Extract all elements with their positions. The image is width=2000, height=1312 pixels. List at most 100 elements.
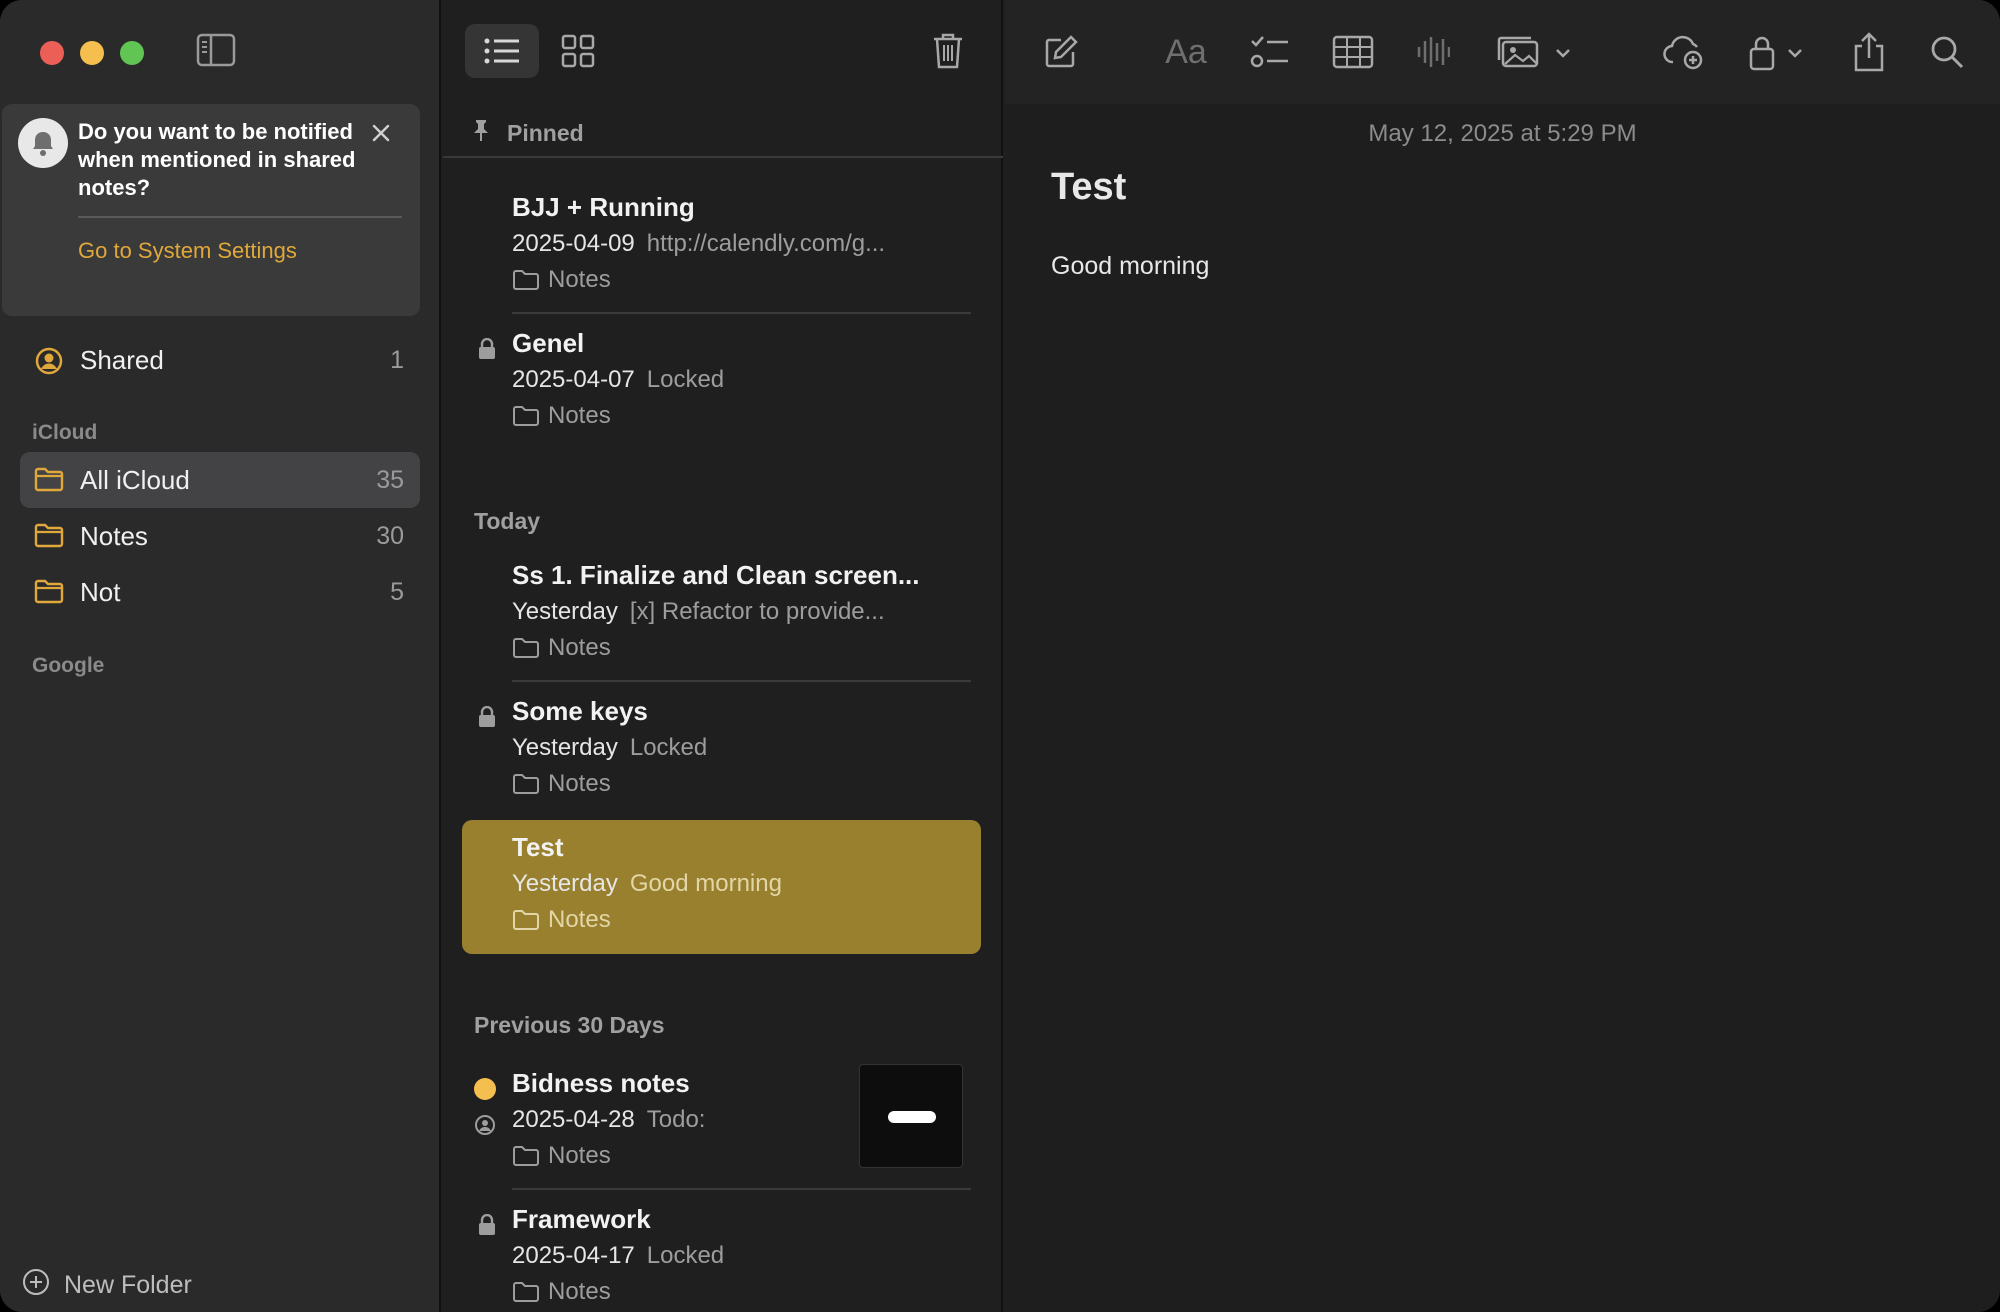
divider — [512, 680, 971, 682]
close-window-button[interactable] — [40, 41, 64, 65]
thumbnail-button-shape — [888, 1111, 936, 1123]
notification-banner: Do you want to be notified when mentione… — [2, 104, 420, 316]
sidebar-item-label: Notes — [80, 520, 148, 551]
gallery-view-button[interactable] — [541, 24, 615, 78]
group-today: Today — [474, 508, 541, 534]
checklist-icon[interactable] — [1249, 30, 1291, 74]
unread-dot — [474, 1078, 496, 1100]
lock-icon — [478, 1213, 496, 1236]
note-title: Test — [512, 832, 564, 862]
share-icon[interactable] — [1851, 30, 1887, 74]
note-folder: Notes — [512, 1278, 611, 1306]
divider — [443, 156, 1003, 158]
collaborate-icon[interactable] — [1663, 30, 1705, 74]
thumbnail-text-block — [868, 1137, 956, 1167]
note-folder-label: Notes — [548, 770, 611, 797]
note-date-line: Yesterday Good morning — [512, 870, 782, 898]
note-timestamp: May 12, 2025 at 5:29 PM — [1368, 120, 1637, 147]
folder-icon — [513, 1282, 539, 1302]
note-preview: http://calendly.com/g... — [646, 230, 886, 257]
sidebar-item-shared[interactable]: Shared 1 — [20, 332, 420, 388]
folder-icon — [513, 270, 539, 290]
sidebar-item-not[interactable]: Not 5 — [20, 564, 420, 620]
shared-person-icon — [34, 346, 64, 375]
new-folder-button[interactable]: New Folder — [22, 1268, 192, 1303]
note-item-ss-finalize[interactable]: Ss 1. Finalize and Clean screen... Yeste… — [462, 548, 981, 682]
group-pinned-label: Pinned — [507, 119, 584, 146]
sidebar-item-count: 30 — [376, 521, 404, 550]
editor-toolbar: Aa — [1005, 0, 2000, 104]
format-text-button[interactable]: Aa — [1163, 30, 1209, 74]
note-preview: Good morning — [629, 870, 782, 897]
thumbnail-text-block — [868, 1071, 956, 1105]
note-thumbnail — [859, 1064, 963, 1168]
note-title: Ss 1. Finalize and Clean screen... — [512, 560, 920, 590]
minimize-window-button[interactable] — [80, 41, 104, 65]
note-date-line: 2025-04-07 Locked — [512, 366, 724, 394]
note-folder-label: Notes — [548, 634, 611, 661]
sidebar-item-count: 5 — [390, 577, 404, 606]
lock-icon — [478, 337, 496, 360]
audio-waveform-icon[interactable] — [1415, 30, 1451, 74]
list-view-button[interactable] — [465, 24, 539, 78]
note-folder: Notes — [512, 906, 611, 934]
sidebar: Do you want to be notified when mentione… — [0, 0, 441, 1312]
note-folder: Notes — [512, 266, 611, 294]
note-heading[interactable]: Test — [1051, 166, 1126, 209]
table-icon[interactable] — [1331, 30, 1375, 74]
pin-icon — [471, 118, 491, 148]
folder-icon — [513, 910, 539, 930]
group-pinned: Pinned — [471, 118, 584, 148]
note-item-genel[interactable]: Genel 2025-04-07 Locked Notes — [462, 316, 981, 450]
note-folder: Notes — [512, 402, 611, 430]
note-editor: Aa May 12, 2025 at 5:29 PM Test Good mor… — [1005, 0, 2000, 1312]
media-button[interactable] — [1497, 30, 1577, 74]
note-item-framework[interactable]: Framework 2025-04-17 Locked Notes — [462, 1192, 981, 1312]
note-preview: Locked — [646, 1242, 725, 1269]
search-icon[interactable] — [1929, 30, 1965, 74]
note-folder: Notes — [512, 770, 611, 798]
note-date-line: Yesterday Locked — [512, 734, 707, 762]
note-folder: Notes — [512, 1142, 611, 1170]
note-folder-label: Notes — [548, 1142, 611, 1169]
note-date: 2025-04-09 — [512, 230, 635, 257]
note-date-line: 2025-04-17 Locked — [512, 1242, 724, 1270]
note-title: Bidness notes — [512, 1068, 690, 1098]
trash-icon[interactable] — [911, 24, 985, 78]
system-settings-link[interactable]: Go to System Settings — [78, 238, 297, 264]
sidebar-item-count: 1 — [390, 345, 404, 374]
note-item-some-keys[interactable]: Some keys Yesterday Locked Notes — [462, 684, 981, 818]
folder-icon — [513, 406, 539, 426]
note-date: Yesterday — [512, 598, 618, 625]
note-date: Yesterday — [512, 734, 618, 761]
note-item-bidness-notes[interactable]: Bidness notes 2025-04-28 Todo: Notes — [462, 1056, 981, 1190]
close-icon[interactable] — [366, 118, 396, 148]
sidebar-item-count: 35 — [376, 465, 404, 494]
sidebar-item-notes[interactable]: Notes 30 — [20, 508, 420, 564]
note-preview: Todo: — [646, 1106, 706, 1133]
note-preview: [x] Refactor to provide... — [629, 598, 885, 625]
note-item-bjj-running[interactable]: BJJ + Running 2025-04-09 http://calendly.… — [462, 180, 981, 314]
note-folder-label: Notes — [548, 266, 611, 293]
plus-circle-icon — [22, 1268, 50, 1303]
folder-icon — [34, 466, 64, 494]
folder-icon — [34, 578, 64, 606]
compose-icon[interactable] — [1041, 30, 1081, 74]
note-item-test[interactable]: Test Yesterday Good morning Notes — [462, 820, 981, 954]
sidebar-toggle-icon[interactable] — [196, 33, 236, 67]
note-folder-label: Notes — [548, 906, 611, 933]
new-folder-label: New Folder — [64, 1271, 192, 1299]
sidebar-item-label: Not — [80, 576, 121, 607]
note-date-line: 2025-04-09 http://calendly.com/g... — [512, 230, 885, 258]
maximize-window-button[interactable] — [120, 41, 144, 65]
lock-menu-button[interactable] — [1747, 30, 1807, 74]
sidebar-item-all-icloud[interactable]: All iCloud 35 — [20, 452, 420, 508]
note-preview: Locked — [646, 366, 725, 393]
note-folder-label: Notes — [548, 1278, 611, 1305]
note-body[interactable]: Good morning — [1051, 252, 1209, 281]
note-title: Genel — [512, 328, 585, 358]
section-icloud: iCloud — [32, 421, 98, 444]
lock-icon — [478, 705, 496, 728]
note-preview: Locked — [629, 734, 708, 761]
divider — [78, 216, 402, 218]
